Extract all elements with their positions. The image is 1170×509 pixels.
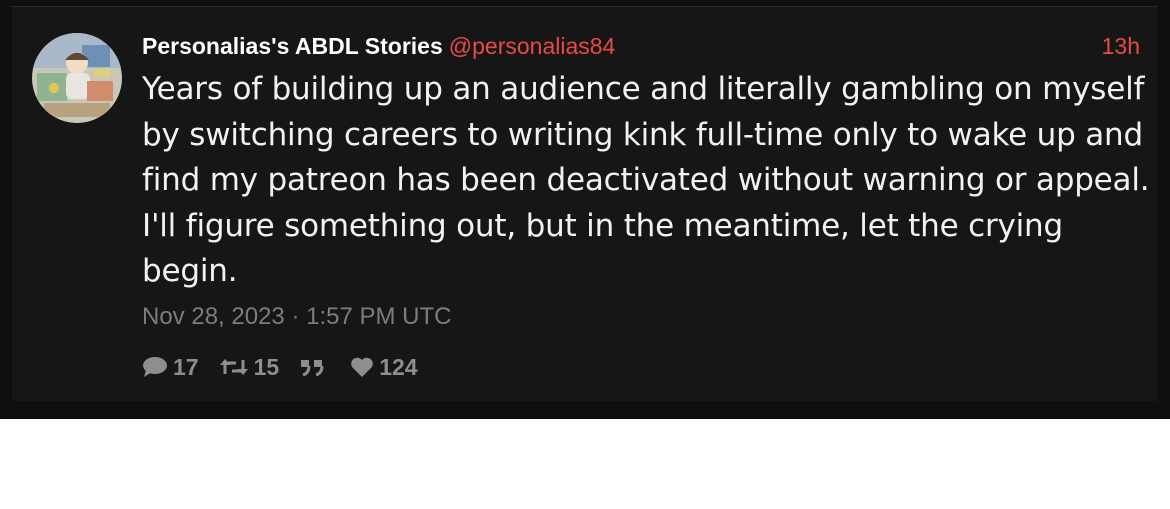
display-name[interactable]: Personalias's ABDL Stories bbox=[142, 33, 443, 59]
tweet-time-ago[interactable]: 13h bbox=[1102, 33, 1140, 60]
like-count: 124 bbox=[379, 353, 418, 380]
tweet-header: Personalias's ABDL Stories @personalias84… bbox=[142, 33, 1140, 63]
username-handle[interactable]: @personalias84 bbox=[449, 33, 616, 59]
retweet-stat[interactable]: 15 bbox=[219, 353, 280, 381]
quote-icon bbox=[301, 360, 324, 377]
heart-icon bbox=[351, 357, 373, 377]
avatar-illustration bbox=[32, 33, 122, 123]
reply-stat[interactable]: 17 bbox=[142, 354, 199, 381]
tweet-stats: 17 15 124 bbox=[142, 352, 438, 382]
tweet-text: Years of building up an audience and lit… bbox=[142, 71, 1150, 289]
comment-icon bbox=[143, 357, 167, 377]
tweet-date[interactable]: Nov 28, 2023 · 1:57 PM UTC bbox=[142, 303, 451, 331]
like-stat[interactable]: 124 bbox=[350, 353, 418, 381]
timeline-container: Personalias's ABDL Stories @personalias84… bbox=[0, 0, 1170, 419]
retweet-count: 15 bbox=[253, 353, 280, 380]
quote-stat[interactable] bbox=[299, 357, 330, 377]
tweet-card[interactable]: Personalias's ABDL Stories @personalias84… bbox=[12, 6, 1158, 401]
retweet-icon bbox=[219, 359, 248, 375]
avatar[interactable] bbox=[32, 33, 122, 123]
reply-count: 17 bbox=[173, 353, 199, 380]
